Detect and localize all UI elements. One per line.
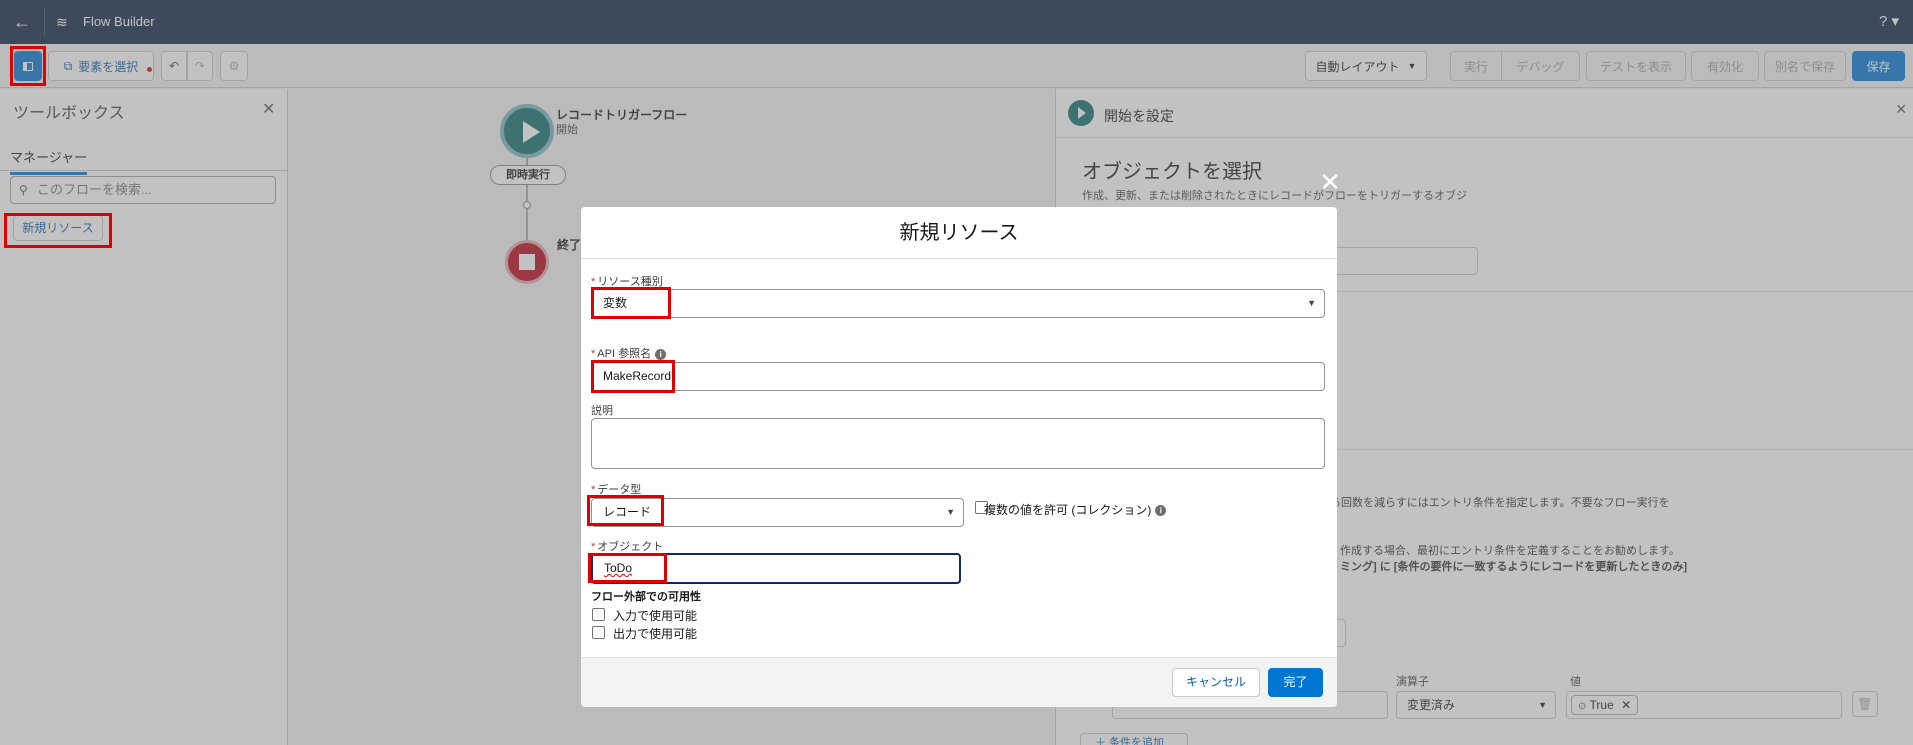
available-input-checkbox[interactable] [592, 608, 605, 621]
data-type-value: レコード [603, 505, 652, 519]
new-resource-modal: 新規リソース * リソース種別 変数 ▼ * API 参照名 i MakeRecord… [581, 207, 1337, 707]
chevron-down-icon: ▼ [946, 507, 955, 517]
resource-type-value: 変数 [603, 296, 628, 310]
api-name-input[interactable]: MakeRecord [591, 362, 1325, 391]
resource-type-label: * リソース種別 [591, 273, 663, 289]
description-textarea[interactable] [591, 418, 1325, 469]
chevron-down-icon: ▼ [1307, 298, 1316, 308]
info-icon[interactable]: i [655, 348, 667, 360]
resource-type-select[interactable]: 変数 ▼ [591, 289, 1325, 318]
allow-multiple-label-text: 複数の値を許可 (コレクション) [984, 503, 1152, 517]
required-marker: * [591, 348, 596, 360]
data-type-select[interactable]: レコード ▼ [591, 498, 964, 527]
data-type-label: * データ型 [591, 481, 641, 497]
api-name-value: MakeRecord [603, 369, 672, 383]
allow-multiple-label: 複数の値を許可 (コレクション) i [984, 501, 1167, 518]
resource-type-label-text: リソース種別 [597, 276, 663, 288]
cancel-button[interactable]: キャンセル [1172, 668, 1260, 697]
api-name-label: * API 参照名 i [591, 345, 667, 361]
object-value: ToDo [604, 561, 633, 575]
description-label: 説明 [591, 405, 613, 417]
required-marker: * [591, 484, 596, 496]
info-icon[interactable]: i [1155, 505, 1167, 517]
required-marker: * [591, 276, 596, 288]
api-name-label-text: API 参照名 [597, 348, 652, 360]
done-button[interactable]: 完了 [1268, 668, 1323, 697]
object-label-text: オブジェクト [597, 541, 664, 553]
available-output-checkbox[interactable] [592, 626, 605, 639]
modal-title: 新規リソース [581, 207, 1337, 259]
available-input-label: 入力で使用可能 [613, 609, 698, 623]
data-type-label-text: データ型 [597, 484, 642, 496]
required-marker: * [591, 541, 596, 553]
object-input[interactable]: ToDo [591, 553, 961, 584]
availability-title: フロー外部での可用性 [591, 591, 701, 603]
object-label: * オブジェクト [591, 538, 663, 554]
modal-close-icon[interactable]: ✕ [1318, 169, 1342, 195]
available-output-label: 出力で使用可能 [613, 627, 698, 641]
